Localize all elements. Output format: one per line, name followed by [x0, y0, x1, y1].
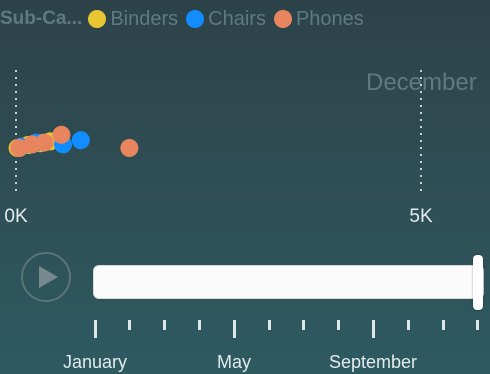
timeline-tick [232, 320, 236, 338]
point-phones-4[interactable] [120, 139, 139, 157]
timeline-tick [406, 320, 410, 330]
timeline-tick [337, 320, 341, 330]
timeline-tick [441, 320, 445, 330]
timeline-tick [371, 320, 375, 338]
x-tick-label-0k: 0K [4, 206, 28, 227]
point-phones-3[interactable] [52, 125, 71, 144]
timeline-tick [93, 320, 97, 338]
timeline-ticks [0, 316, 490, 340]
month-label-september: September [328, 352, 418, 372]
timeline-tick [163, 320, 167, 330]
data-points [8, 125, 139, 157]
month-label-january: January [62, 352, 128, 372]
timeline-handle[interactable] [473, 255, 483, 310]
timeline-tick [197, 320, 201, 330]
play-icon [39, 266, 58, 288]
point-chairs-3[interactable] [71, 131, 90, 150]
timeline-tick [267, 320, 271, 330]
play-button[interactable] [21, 252, 71, 302]
timeline-tick [302, 320, 306, 330]
timeline-tick [476, 320, 480, 330]
timeline-tick [128, 320, 132, 330]
scatter-plot: December 0K 5K [4, 69, 477, 227]
month-label-may: May [216, 352, 252, 372]
timeline-track[interactable] [93, 265, 484, 299]
period-label: December [366, 69, 477, 96]
x-tick-label-5k: 5K [409, 206, 433, 227]
point-phones-2[interactable] [35, 133, 54, 152]
